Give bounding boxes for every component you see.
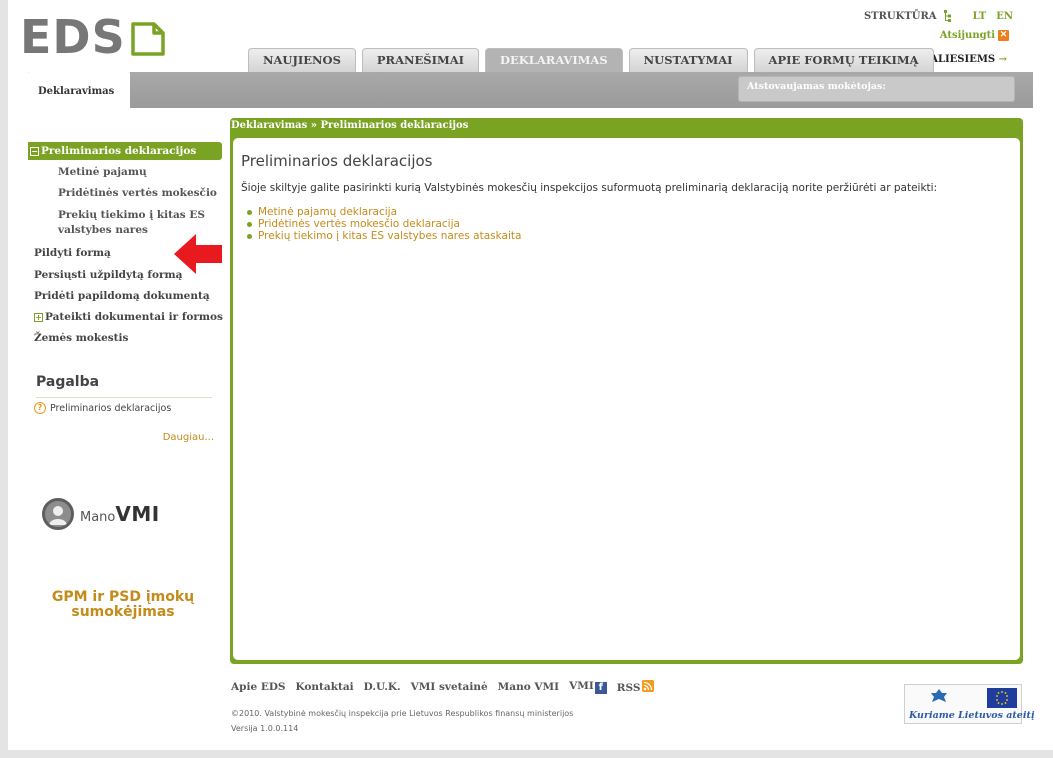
footer-links: Apie EDS Kontaktai D.U.K. VMI svetainė M… [231, 680, 655, 694]
eds-logo[interactable]: EDS [20, 14, 166, 60]
rss-icon [642, 680, 655, 692]
document-icon [131, 22, 165, 56]
top-links: STRUKTŪRA LT EN [864, 10, 1013, 22]
help-icon: ? [34, 402, 46, 414]
help-link-label: Preliminarios deklaracijos [50, 402, 172, 414]
bullet-icon [247, 221, 252, 227]
emblem-icon [931, 689, 947, 702]
mano-vmi-logo: ManoVMI [42, 498, 160, 530]
page-description: Šioje skiltyje galite pasirinkti kurią V… [241, 182, 938, 194]
sidebar-subitem-metine-pajamu[interactable]: Metinė pajamų [58, 166, 147, 178]
main-content: Preliminarios deklaracijos Šioje skiltyj… [233, 138, 1020, 660]
mano-vmi-banner[interactable]: ManoVMI [28, 462, 218, 560]
footer-link-mano-vmi[interactable]: Mano VMI [498, 681, 559, 693]
list-item[interactable]: Prekių tiekimo į kitas ES valstybes nare… [247, 230, 521, 242]
list-item[interactable]: Pridėtinės vertės mokesčio deklaracija [247, 218, 521, 230]
lang-en-link[interactable]: EN [996, 11, 1013, 22]
logout-link[interactable]: Atsijungti ✕ [940, 30, 1009, 41]
sidebar-item-pildyti-forma[interactable]: Pildyti formą [34, 247, 111, 259]
gpm-line-1: GPM ir PSD įmokų [51, 589, 195, 605]
tab-deklaravimas[interactable]: DEKLARAVIMAS [485, 48, 623, 72]
divider [36, 397, 212, 398]
sidebar-subitem-pvm[interactable]: Pridėtinės vertės mokesčio [58, 187, 217, 199]
sidebar-subitem-prekiu-tiekimo[interactable]: Prekių tiekimo į kitas ES [58, 209, 205, 221]
mano-suffix: VMI [115, 502, 160, 526]
help-title: Pagalba [36, 374, 100, 390]
sidebar-subitem-prekiu-tiekimo-cont[interactable]: valstybes nares [58, 224, 148, 236]
lang-lt-link[interactable]: LT [973, 11, 987, 22]
taxpayer-field: Atstovaujamas mokėtojas: [738, 76, 1015, 102]
sidebar-item-preliminarios-deklaracijos[interactable]: − Preliminarios deklaracijos [28, 142, 222, 160]
declaration-list: Metinė pajamų deklaracija Pridėtinės ver… [247, 206, 521, 242]
structure-icon [943, 10, 951, 22]
red-arrow-icon [174, 234, 222, 274]
page-title: Preliminarios deklaracijos [241, 152, 433, 170]
version-text: Versija 1.0.0.114 [231, 724, 299, 733]
tab-pranesimai[interactable]: PRANEŠIMAI [361, 48, 480, 72]
facebook-icon: f [594, 682, 607, 694]
help-more-link[interactable]: Daugiau... [163, 432, 214, 443]
declaration-link-metine[interactable]: Metinė pajamų deklaracija [258, 206, 397, 218]
avatar-icon [42, 498, 74, 530]
sidebar-item-prideti-dokumenta[interactable]: Pridėti papildomą dokumentą [34, 290, 210, 302]
footer-link-duk[interactable]: D.U.K. [364, 681, 401, 693]
footer-link-apie-eds[interactable]: Apie EDS [231, 681, 286, 693]
eu-funding-logo: Kuriame Lietuvos ateitį [904, 684, 1034, 724]
bullet-icon [247, 209, 252, 215]
footer-link-rss[interactable]: RSS [617, 680, 655, 694]
eu-flag-icon [987, 688, 1017, 708]
list-item[interactable]: Metinė pajamų deklaracija [247, 206, 521, 218]
sidebar-item-label: Preliminarios deklaracijos [41, 145, 197, 157]
structure-link[interactable]: STRUKTŪRA [864, 11, 937, 22]
collapse-icon[interactable]: − [30, 147, 39, 156]
help-link-preliminarios[interactable]: ? Preliminarios deklaracijos [34, 402, 171, 414]
main-tabs: NAUJIENOS PRANEŠIMAI DEKLARAVIMAS NUSTAT… [248, 48, 934, 72]
tab-nustatymai[interactable]: NUSTATYMAI [628, 48, 748, 72]
sidebar-item-zemes-mokestis[interactable]: Žemės mokestis [34, 332, 128, 344]
tab-apie-formu-teikima[interactable]: APIE FORMŲ TEIKIMĄ [753, 48, 934, 72]
footer-link-rss-label: RSS [616, 682, 641, 694]
logout-label: Atsijungti [939, 30, 995, 41]
footer-link-kontaktai[interactable]: Kontaktai [296, 681, 354, 693]
close-icon: ✕ [998, 30, 1009, 41]
footer-link-vmi-facebook[interactable]: VMI f [569, 680, 607, 694]
sidebar-item-pateikti-dokumentai[interactable]: + Pateikti dokumentai ir formos [34, 311, 223, 323]
eu-slogan: Kuriame Lietuvos ateitį [909, 710, 1035, 721]
declaration-link-pvm[interactable]: Pridėtinės vertės mokesčio deklaracija [258, 218, 460, 230]
expand-icon[interactable]: + [34, 313, 43, 322]
gpm-psd-banner[interactable]: GPM ir PSD įmokų sumokėjimas [28, 566, 218, 636]
breadcrumb: Deklaravimas » Preliminarios deklaracijo… [231, 120, 469, 131]
footer-link-vmi-label: VMI [569, 680, 594, 692]
arrow-right-icon: → [998, 54, 1007, 65]
gpm-line-2: sumokėjimas [71, 604, 175, 620]
help-panel: Pagalba ? Preliminarios deklaracijos Dau… [28, 362, 218, 452]
declaration-link-prekiu[interactable]: Prekių tiekimo į kitas ES valstybes nare… [258, 230, 521, 242]
sidebar-item-persiusti-forma[interactable]: Persiųsti užpildytą formą [34, 269, 182, 281]
gpm-text: GPM ir PSD įmokų sumokėjimas [28, 590, 218, 620]
mano-prefix: Mano [80, 510, 116, 525]
tab-naujienos[interactable]: NAUJIENOS [248, 48, 356, 72]
copyright-text: ©2010. Valstybinė mokesčių inspekcija pr… [231, 709, 574, 718]
sidebar-item-label: Pateikti dokumentai ir formos [45, 311, 223, 323]
mano-vmi-text: ManoVMI [80, 502, 160, 526]
bullet-icon [247, 233, 252, 239]
logo-text: EDS [20, 10, 126, 64]
footer-link-vmi-svetaine[interactable]: VMI svetainė [411, 681, 488, 693]
subtab-deklaravimas[interactable]: Deklaravimas [28, 70, 130, 108]
